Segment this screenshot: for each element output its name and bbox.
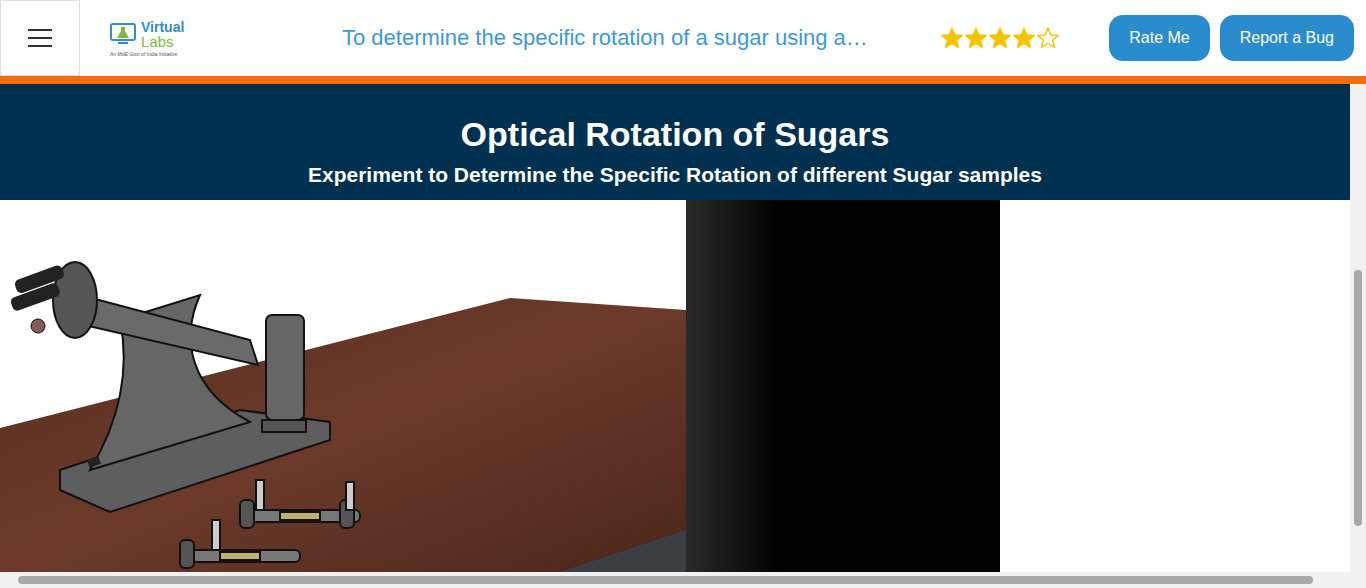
content: Optical Rotation of Sugars Experiment to … (0, 84, 1350, 572)
logo-text: Labs (141, 34, 184, 49)
eyepiece-view (686, 200, 1000, 572)
flask-monitor-icon (110, 21, 138, 47)
lab-scene[interactable] (0, 200, 686, 572)
top-bar: VirtualLabs An MoE Govt of India Initiati… (0, 0, 1366, 84)
page: VirtualLabs An MoE Govt of India Initiati… (0, 0, 1366, 588)
experiment-title: To determine the specific rotation of a … (342, 25, 932, 51)
logo-text: Virtual (141, 20, 184, 34)
star-icon[interactable] (1036, 27, 1060, 49)
banner-title: Optical Rotation of Sugars (461, 114, 890, 154)
star-icon[interactable] (964, 27, 988, 49)
star-icon[interactable] (988, 27, 1012, 49)
horizontal-scrollbar[interactable] (0, 572, 1366, 588)
banner: Optical Rotation of Sugars Experiment to … (0, 84, 1350, 200)
menu-button[interactable] (0, 0, 80, 76)
vertical-scrollbar[interactable] (1350, 84, 1366, 572)
logo[interactable]: VirtualLabs An MoE Govt of India Initiati… (110, 20, 230, 57)
hamburger-icon (28, 29, 52, 47)
banner-subtitle: Experiment to Determine the Specific Rot… (308, 162, 1042, 188)
logo-tagline: An MoE Govt of India Initiative (110, 51, 230, 57)
scroll-thumb[interactable] (18, 576, 1313, 584)
star-icon[interactable] (1012, 27, 1036, 49)
star-rating[interactable] (940, 27, 1060, 49)
star-icon[interactable] (940, 27, 964, 49)
header-button[interactable]: Rate Me (1109, 15, 1209, 61)
scroll-thumb[interactable] (1354, 270, 1362, 526)
header-button[interactable]: Report a Bug (1220, 15, 1354, 61)
polarimeter-table-icon (0, 200, 686, 572)
